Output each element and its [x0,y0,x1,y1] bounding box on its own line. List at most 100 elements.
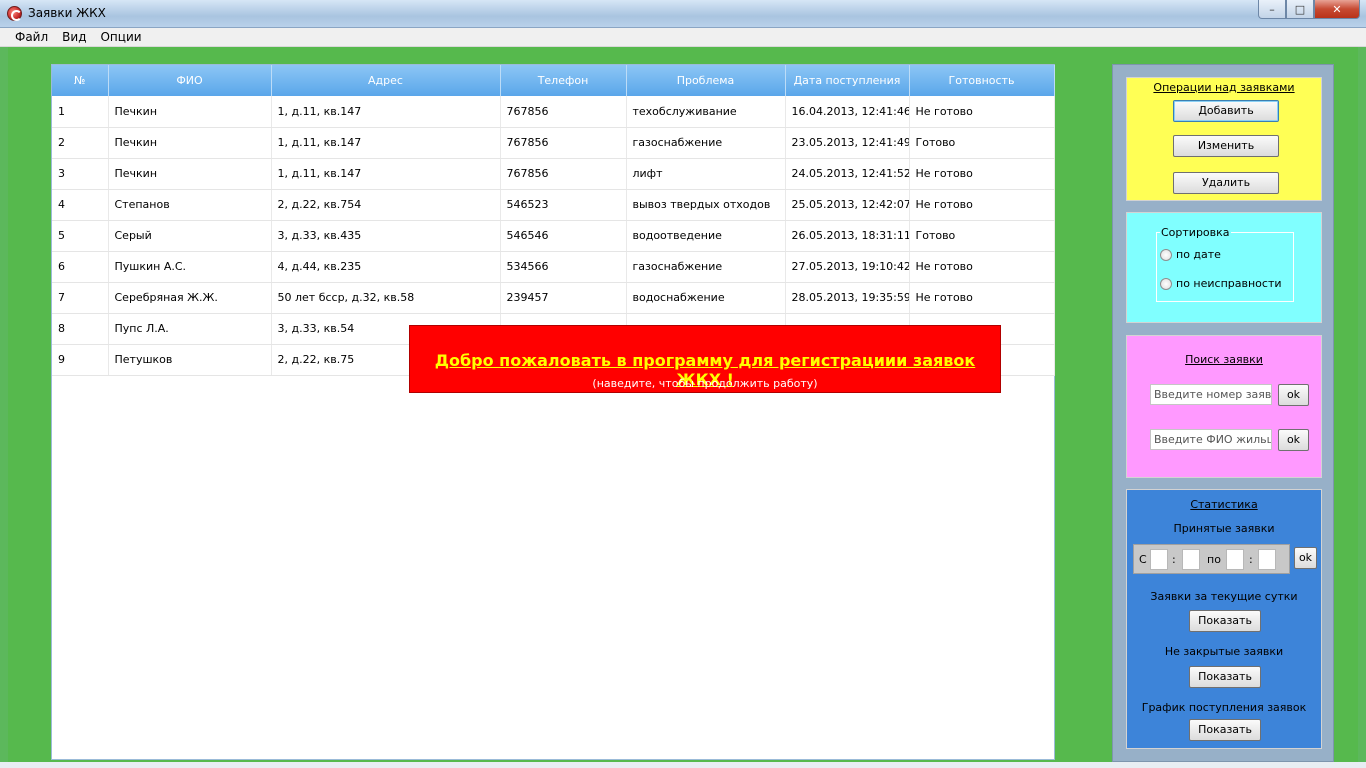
cell-problem[interactable]: лифт [626,158,786,190]
column-header-date[interactable]: Дата поступления [785,65,910,96]
cell-problem[interactable]: вывоз твердых отходов [626,189,786,221]
cell-name[interactable]: Пушкин А.С. [108,251,272,283]
welcome-banner[interactable]: Добро пожаловать в программу для регистр… [409,325,1001,393]
cell-name[interactable]: Серебряная Ж.Ж. [108,282,272,314]
cell-name[interactable]: Пупс Л.А. [108,313,272,345]
cell-problem[interactable]: техобслуживание [626,96,786,128]
menu-bar: Файл Вид Опции [0,28,1366,47]
add-button[interactable]: Добавить [1173,100,1279,122]
edit-button[interactable]: Изменить [1173,135,1279,157]
cell-number[interactable]: 9 [52,344,109,376]
table-row[interactable]: 6 Пушкин А.С. 4, д.44, кв.235 534566 газосна… [52,251,1055,283]
table-row[interactable]: 7 Серебряная Ж.Ж. 50 лет бсср, д.32, кв.58… [52,282,1055,314]
cell-address[interactable]: 4, д.44, кв.235 [271,251,501,283]
cell-date[interactable]: 25.05.2013, 12:42:07 [785,189,910,221]
cell-name[interactable]: Печкин [108,96,272,128]
cell-address[interactable]: 3, д.33, кв.435 [271,220,501,252]
cell-status[interactable]: Готово [909,220,1055,252]
cell-phone[interactable]: 546523 [500,189,627,221]
cell-address[interactable]: 50 лет бсср, д.32, кв.58 [271,282,501,314]
cell-problem[interactable]: водоснабжение [626,282,786,314]
delete-button[interactable]: Удалить [1173,172,1279,194]
column-header-name[interactable]: ФИО [108,65,272,96]
menu-file[interactable]: Файл [8,28,55,46]
cell-phone[interactable]: 546546 [500,220,627,252]
cell-date[interactable]: 28.05.2013, 19:35:59 [785,282,910,314]
cell-problem[interactable]: водоотведение [626,220,786,252]
cell-number[interactable]: 8 [52,313,109,345]
column-header-phone[interactable]: Телефон [500,65,627,96]
search-number-ok-button[interactable]: ok [1278,384,1309,406]
search-name-ok-button[interactable]: ok [1278,429,1309,451]
cell-date[interactable]: 23.05.2013, 12:41:49 [785,127,910,159]
window-title: Заявки ЖКХ [28,6,106,20]
resident-name-input[interactable]: Введите ФИО жильца [1150,429,1272,450]
from-label: С [1139,553,1147,566]
cell-problem[interactable]: газоснабжение [626,127,786,159]
cell-name[interactable]: Петушков [108,344,272,376]
cell-name[interactable]: Печкин [108,127,272,159]
cell-status[interactable]: Не готово [909,189,1055,221]
operations-group: Операции над заявками Добавить Изменить … [1126,77,1322,201]
cell-date[interactable]: 24.05.2013, 12:41:52 [785,158,910,190]
from-minute-field[interactable] [1182,549,1200,570]
cell-phone[interactable]: 767856 [500,96,627,128]
cell-status[interactable]: Не готово [909,251,1055,283]
show-open-button[interactable]: Показать [1189,666,1261,688]
cell-number[interactable]: 7 [52,282,109,314]
cell-phone[interactable]: 767856 [500,127,627,159]
app-icon [7,6,22,21]
table-row[interactable]: 2 Печкин 1, д.11, кв.147 767856 газоснабжени… [52,127,1055,159]
to-minute-field[interactable] [1258,549,1276,570]
cell-number[interactable]: 4 [52,189,109,221]
table-row[interactable]: 4 Степанов 2, д.22, кв.754 546523 вывоз твер… [52,189,1055,221]
cell-address[interactable]: 1, д.11, кв.147 [271,158,501,190]
table-row[interactable]: 1 Печкин 1, д.11, кв.147 767856 техобслужива… [52,96,1055,128]
request-number-input[interactable]: Введите номер заявки [1150,384,1272,405]
cell-date[interactable]: 27.05.2013, 19:10:42 [785,251,910,283]
show-chart-button[interactable]: Показать [1189,719,1261,741]
column-header-status[interactable]: Готовность [909,65,1055,96]
requests-grid[interactable]: № ФИО Адрес Телефон Проблема Дата поступ… [51,64,1055,760]
cell-status[interactable]: Не готово [909,158,1055,190]
cell-phone[interactable]: 767856 [500,158,627,190]
sort-by-date-option[interactable]: по дате [1160,248,1221,261]
radio-icon[interactable] [1160,277,1172,290]
table-header-row: № ФИО Адрес Телефон Проблема Дата поступ… [52,65,1055,96]
cell-address[interactable]: 1, д.11, кв.147 [271,127,501,159]
cell-number[interactable]: 1 [52,96,109,128]
cell-status[interactable]: Готово [909,127,1055,159]
stats-range-ok-button[interactable]: ok [1294,547,1317,569]
cell-status[interactable]: Не готово [909,282,1055,314]
table-row[interactable]: 5 Серый 3, д.33, кв.435 546546 водоотведение… [52,220,1055,252]
cell-name[interactable]: Степанов [108,189,272,221]
cell-name[interactable]: Серый [108,220,272,252]
from-hour-field[interactable] [1150,549,1168,570]
cell-status[interactable]: Не готово [909,96,1055,128]
close-button[interactable]: ✕ [1314,0,1360,19]
table-row[interactable]: 3 Печкин 1, д.11, кв.147 767856 лифт 24.05.20… [52,158,1055,190]
column-header-number[interactable]: № [52,65,109,96]
radio-icon[interactable] [1160,248,1172,261]
cell-number[interactable]: 2 [52,127,109,159]
show-today-button[interactable]: Показать [1189,610,1261,632]
cell-phone[interactable]: 534566 [500,251,627,283]
cell-address[interactable]: 2, д.22, кв.754 [271,189,501,221]
cell-number[interactable]: 5 [52,220,109,252]
cell-address[interactable]: 1, д.11, кв.147 [271,96,501,128]
maximize-button[interactable]: □ [1286,0,1314,19]
menu-view[interactable]: Вид [55,28,93,46]
cell-phone[interactable]: 239457 [500,282,627,314]
column-header-problem[interactable]: Проблема [626,65,786,96]
cell-name[interactable]: Печкин [108,158,272,190]
to-hour-field[interactable] [1226,549,1244,570]
cell-date[interactable]: 16.04.2013, 12:41:46 [785,96,910,128]
column-header-address[interactable]: Адрес [271,65,501,96]
cell-number[interactable]: 3 [52,158,109,190]
cell-date[interactable]: 26.05.2013, 18:31:11 [785,220,910,252]
cell-problem[interactable]: газоснабжение [626,251,786,283]
cell-number[interactable]: 6 [52,251,109,283]
minimize-button[interactable]: – [1258,0,1286,19]
sort-by-fault-option[interactable]: по неисправности [1160,277,1282,290]
menu-options[interactable]: Опции [93,28,148,46]
